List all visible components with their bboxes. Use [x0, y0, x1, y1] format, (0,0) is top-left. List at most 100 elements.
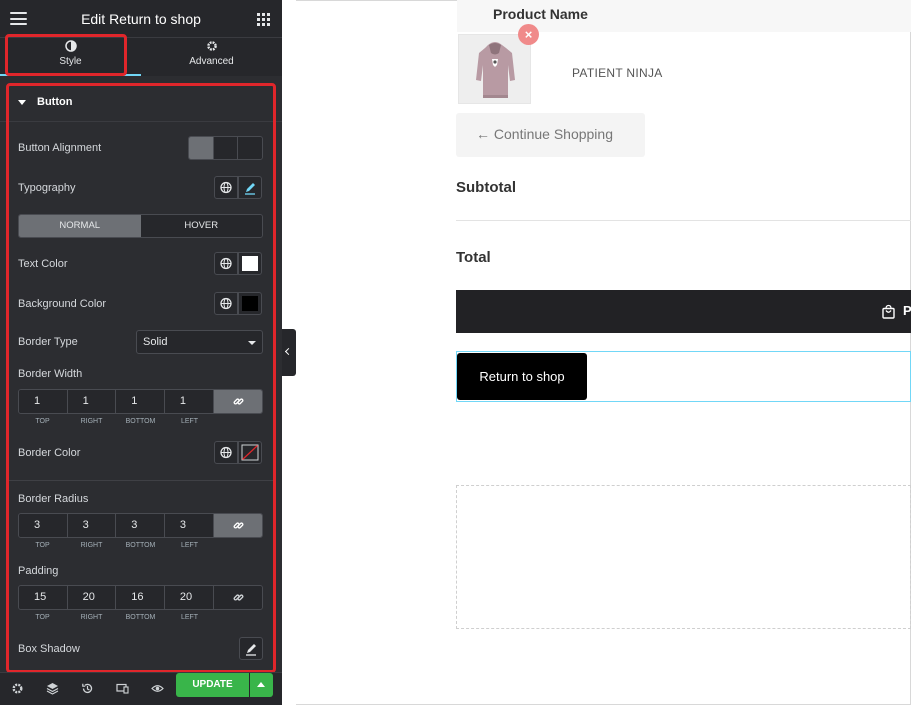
- globe-icon: [220, 181, 232, 194]
- text-color-swatch[interactable]: [238, 252, 262, 275]
- global-typography-button[interactable]: [214, 176, 238, 199]
- border-width-link-button[interactable]: [213, 390, 262, 413]
- globe-icon: [220, 446, 232, 459]
- global-border-color-button[interactable]: [214, 441, 238, 464]
- border-radius-bottom[interactable]: 3: [116, 514, 165, 537]
- tab-style[interactable]: Style: [0, 38, 141, 76]
- border-radius-label: Border Radius: [18, 493, 89, 505]
- checkout-label: P: [903, 303, 911, 318]
- caption-left: LEFT: [180, 418, 199, 425]
- panel-tabs: Style Advanced: [0, 38, 282, 76]
- padding-link-button[interactable]: [213, 586, 262, 609]
- border-radius-link-button[interactable]: [213, 514, 262, 537]
- background-color-label: Background Color: [18, 298, 107, 310]
- page-preview: Product Name × PATIENT NINJA ← Continue …: [296, 0, 911, 705]
- globe-icon: [220, 257, 232, 270]
- padding-top[interactable]: 15: [19, 586, 68, 609]
- align-right-option[interactable]: [238, 137, 262, 159]
- product-name-header: Product Name: [493, 6, 588, 22]
- section-title: Button: [37, 96, 73, 108]
- border-width-inputs: 1 1 1 1: [18, 389, 263, 414]
- caption-top: TOP: [35, 614, 50, 621]
- widgets-grid-icon[interactable]: [257, 13, 270, 26]
- border-width-captions: TOP RIGHT BOTTOM LEFT: [18, 418, 263, 428]
- background-color-fill: [242, 296, 258, 311]
- border-width-label: Border Width: [18, 368, 83, 380]
- hoodie-image: [476, 42, 515, 98]
- border-radius-left[interactable]: 3: [164, 514, 214, 537]
- product-thumbnail[interactable]: [458, 34, 531, 104]
- collapse-panel-handle[interactable]: [282, 329, 296, 376]
- text-color-label: Text Color: [18, 258, 68, 270]
- link-icon: [233, 522, 243, 529]
- button-alignment-label: Button Alignment: [18, 142, 102, 154]
- contrast-icon: [64, 40, 77, 52]
- pencil-icon: [245, 183, 255, 195]
- border-type-value: Solid: [143, 336, 168, 348]
- align-left-option[interactable]: [189, 137, 214, 159]
- global-text-color-button[interactable]: [214, 252, 238, 275]
- totals-divider: [456, 220, 911, 221]
- preview-eye-icon[interactable]: [151, 682, 164, 695]
- chevron-left-icon: [284, 347, 293, 356]
- edit-typography-button[interactable]: [238, 176, 262, 199]
- responsive-mode-icon[interactable]: [116, 682, 129, 695]
- padding-inputs: 15 20 16 20: [18, 585, 263, 610]
- section-divider: [8, 480, 274, 481]
- no-color-icon: [241, 444, 259, 461]
- edit-box-shadow-button[interactable]: [239, 637, 263, 660]
- box-shadow-label: Box Shadow: [18, 643, 80, 655]
- border-radius-inputs: 3 3 3 3: [18, 513, 263, 538]
- border-radius-captions: TOP RIGHT BOTTOM LEFT: [18, 542, 263, 552]
- caption-left: LEFT: [180, 542, 199, 549]
- border-radius-top[interactable]: 3: [19, 514, 68, 537]
- update-options-button[interactable]: [250, 673, 273, 697]
- typography-label: Typography: [18, 182, 76, 194]
- border-radius-right[interactable]: 3: [67, 514, 117, 537]
- border-width-left[interactable]: 1: [164, 390, 214, 413]
- history-icon[interactable]: [81, 682, 94, 695]
- total-label: Total: [456, 249, 491, 266]
- border-width-right[interactable]: 1: [67, 390, 117, 413]
- chevron-down-icon: [248, 341, 256, 345]
- return-to-shop-button[interactable]: Return to shop: [457, 353, 587, 400]
- padding-right[interactable]: 20: [67, 586, 117, 609]
- caption-left: LEFT: [180, 614, 199, 621]
- caption-bottom: BOTTOM: [125, 614, 156, 621]
- hamburger-menu-icon[interactable]: [10, 12, 27, 25]
- tab-advanced[interactable]: Advanced: [141, 38, 282, 76]
- border-width-top[interactable]: 1: [19, 390, 68, 413]
- align-center-option[interactable]: [213, 137, 239, 159]
- caption-top: TOP: [35, 418, 50, 425]
- background-color-swatch[interactable]: [238, 292, 262, 315]
- border-color-swatch[interactable]: [238, 441, 262, 464]
- layers-icon[interactable]: [46, 682, 59, 695]
- chevron-up-icon: [257, 682, 265, 687]
- continue-shopping-button[interactable]: ← Continue Shopping: [456, 113, 645, 157]
- caption-right: RIGHT: [80, 418, 103, 425]
- panel-header: Edit Return to shop: [0, 0, 282, 38]
- checkout-button[interactable]: P: [456, 290, 911, 333]
- subtotal-label: Subtotal: [456, 179, 516, 196]
- border-width-bottom[interactable]: 1: [116, 390, 165, 413]
- product-name[interactable]: PATIENT NINJA: [572, 66, 663, 80]
- remove-item-button[interactable]: ×: [518, 24, 539, 45]
- border-type-select[interactable]: Solid: [136, 330, 263, 354]
- padding-bottom[interactable]: 16: [116, 586, 165, 609]
- button-section-header[interactable]: Button: [0, 84, 282, 122]
- padding-left[interactable]: 20: [164, 586, 214, 609]
- settings-gear-icon[interactable]: [11, 682, 24, 695]
- update-button[interactable]: UPDATE: [176, 673, 249, 697]
- tab-style-label: Style: [59, 56, 82, 67]
- shopping-bag-icon: [882, 304, 895, 319]
- text-color-fill: [242, 256, 258, 271]
- pencil-icon: [246, 644, 256, 656]
- link-icon: [233, 594, 243, 601]
- alignment-choices: [188, 136, 263, 160]
- tab-hover[interactable]: HOVER: [140, 215, 262, 237]
- caption-bottom: BOTTOM: [125, 542, 156, 549]
- globe-icon: [220, 297, 232, 310]
- empty-drop-zone[interactable]: [456, 485, 911, 629]
- tab-normal[interactable]: NORMAL: [19, 215, 141, 237]
- global-background-color-button[interactable]: [214, 292, 238, 315]
